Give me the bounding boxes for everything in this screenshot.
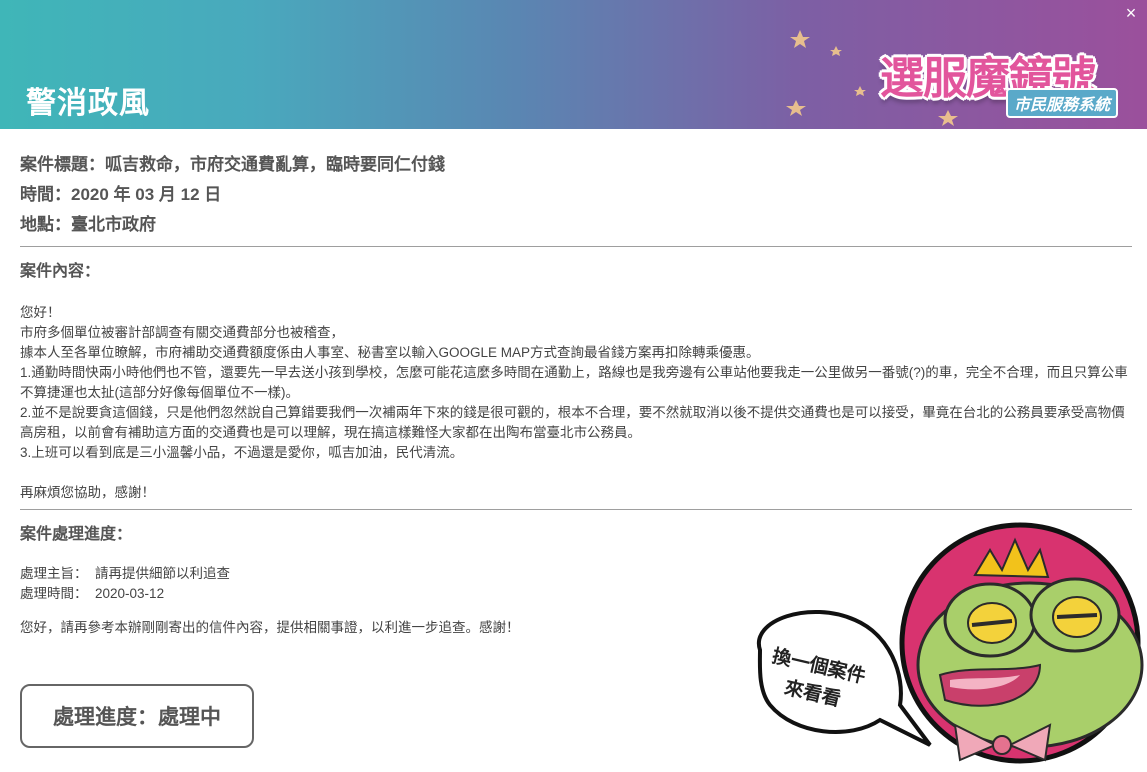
page-title: 警消政風: [26, 87, 150, 120]
case-time-label: 時間：: [20, 185, 71, 204]
app-logo: 選服魔鏡號 市民服務系統: [868, 30, 1147, 129]
content-line: 再麻煩您協助，感謝！: [20, 485, 155, 500]
case-title-value: 呱吉救命，市府交通費亂算，臨時要同仁付錢: [105, 155, 445, 174]
case-time-value: 2020 年 03 月 12 日: [71, 185, 222, 204]
progress-subject-label: 處理主旨：: [20, 566, 88, 581]
divider: [20, 509, 1132, 510]
content-line: 市府多個單位被審計部調查有關交通費部分也被稽查，: [20, 325, 344, 340]
case-title-row: 案件標題：呱吉救命，市府交通費亂算，臨時要同仁付錢: [20, 150, 1132, 180]
close-button[interactable]: ×: [1120, 2, 1142, 24]
case-place-row: 地點：臺北市政府: [20, 210, 1132, 240]
case-title-label: 案件標題：: [20, 155, 105, 174]
content-section-title: 案件內容：: [20, 263, 101, 280]
header-banner: 警消政風 選服魔鏡號 市民服務系統 ×: [0, 0, 1147, 129]
progress-time-value: 2020-03-12: [95, 586, 165, 601]
case-place-value: 臺北市政府: [71, 215, 156, 234]
content-line: 據本人至各單位瞭解，市府補助交通費額度係由人事室、秘書室以輸入GOOGLE MA…: [20, 345, 760, 360]
content-line: [20, 463, 1132, 483]
frog-mascot-icon: [756, 522, 1144, 764]
next-case-mascot[interactable]: 換一個案件 來看看: [740, 515, 1147, 767]
content-line: 1.通勤時間快兩小時他們也不管，還要先一早去送小孩到學校，怎麼可能花這麼多時間在…: [20, 365, 1128, 400]
divider: [20, 246, 1132, 247]
status-badge: 處理進度： 處理中: [20, 684, 254, 748]
case-place-label: 地點：: [20, 215, 71, 234]
content-line: 2.並不是說要貪這個錢，只是他們忽然說自己算錯要我們一次補兩年下來的錢是很可觀的…: [20, 405, 1125, 440]
case-time-row: 時間：2020 年 03 月 12 日: [20, 180, 1132, 210]
content-line: 您好！: [20, 305, 61, 320]
progress-subject-value: 請再提供細節以利追查: [95, 566, 231, 581]
progress-time-label: 處理時間：: [20, 586, 88, 601]
logo-subtitle: 市民服務系統: [1006, 88, 1119, 118]
content-line: 3.上班可以看到底是三小溫馨小品，不過還是愛你，呱吉加油，民代清流。: [20, 445, 464, 460]
case-content-body: 您好！ 市府多個單位被審計部調查有關交通費部分也被稽查， 據本人至各單位瞭解，市…: [20, 303, 1132, 503]
status-label: 處理進度：: [53, 706, 158, 729]
status-value: 處理中: [158, 706, 221, 729]
